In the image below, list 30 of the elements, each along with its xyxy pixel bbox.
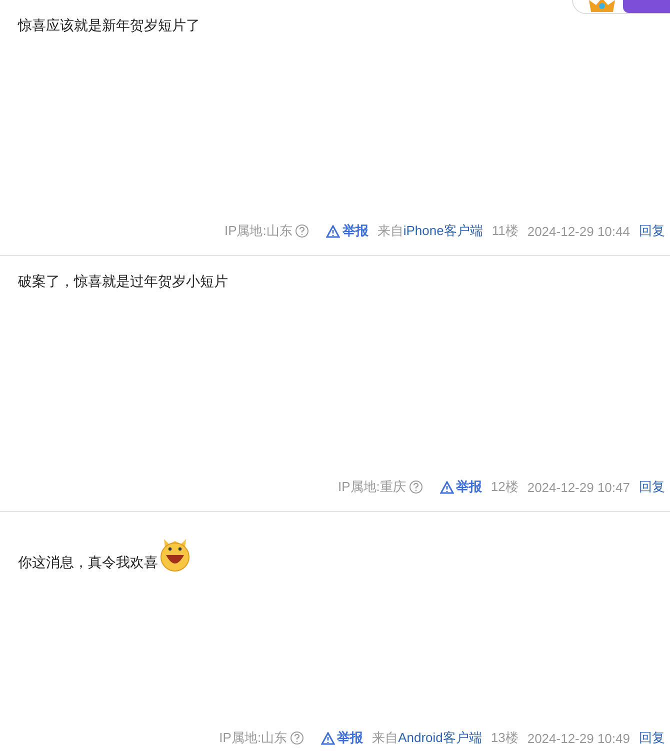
reply-link[interactable]: 回复 <box>639 729 665 747</box>
help-icon[interactable] <box>290 731 304 745</box>
client-prefix: 来自 <box>372 730 398 745</box>
warning-icon <box>440 480 454 494</box>
floor-number: 13楼 <box>490 729 518 747</box>
floor-number: 12楼 <box>490 478 518 496</box>
floor-number: 11楼 <box>492 222 518 240</box>
post-time: 2024-12-29 10:49 <box>527 730 630 746</box>
report-link[interactable]: 举报 <box>326 222 368 240</box>
post-text: 你这消息，真令我欢喜 <box>18 554 158 572</box>
client-link[interactable]: iPhone客户端 <box>403 223 483 238</box>
reply-link[interactable]: 回复 <box>639 222 665 240</box>
client-prefix: 来自 <box>377 223 404 238</box>
post-text: 惊喜应该就是新年贺岁短片了 <box>18 17 200 35</box>
laughing-emoji-icon <box>159 538 191 572</box>
warning-icon <box>321 732 336 744</box>
report-link[interactable]: 举报 <box>321 729 364 747</box>
client-link[interactable]: Android客户端 <box>398 730 482 745</box>
post-text: 破案了，惊喜就是过年贺岁小短片 <box>18 273 228 291</box>
ip-location: IP属地:重庆 <box>338 478 406 496</box>
help-icon[interactable] <box>408 480 423 494</box>
report-link[interactable]: 举报 <box>440 478 482 496</box>
warning-icon <box>326 224 340 238</box>
ip-location: IP属地:山东 <box>224 222 292 240</box>
help-icon[interactable] <box>295 224 310 238</box>
crown-icon <box>589 0 615 12</box>
reply-link[interactable]: 回复 <box>639 478 665 496</box>
ip-location: IP属地:山东 <box>219 729 288 747</box>
post-time: 2024-12-29 10:47 <box>527 480 630 494</box>
post-time: 2024-12-29 10:44 <box>527 224 630 238</box>
